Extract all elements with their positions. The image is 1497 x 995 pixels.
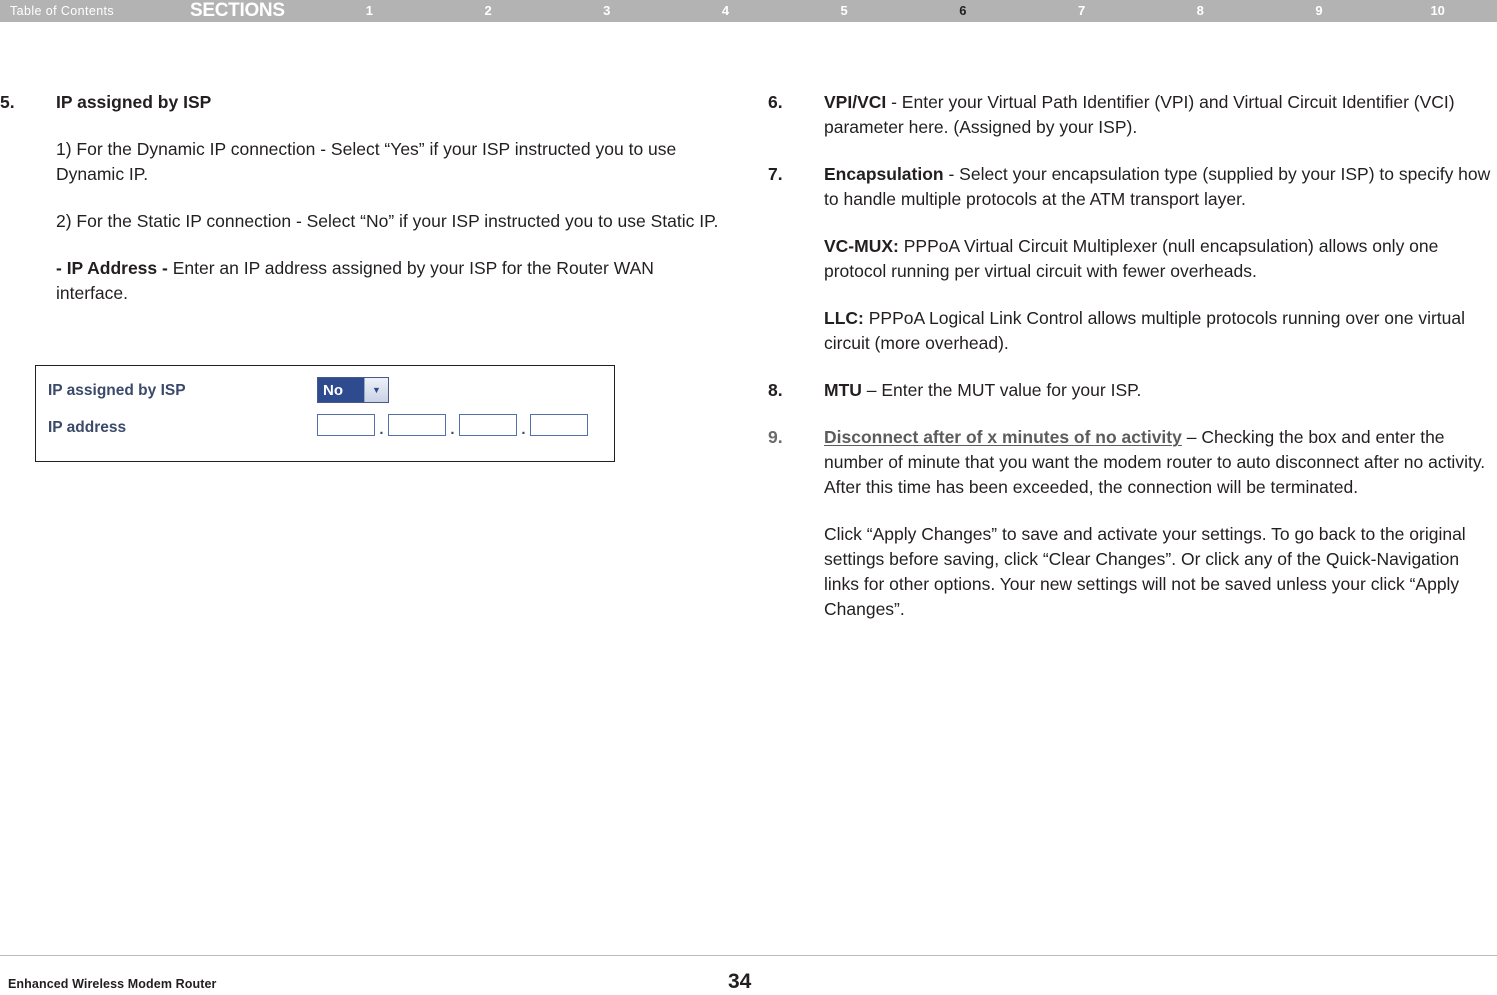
footer-divider xyxy=(0,955,1497,956)
ip-assigned-select[interactable]: No ▼ xyxy=(317,377,389,403)
ip-octet-2-input[interactable] xyxy=(388,414,446,436)
item-7-body: Encapsulation - Select your encapsulatio… xyxy=(824,162,1497,378)
ip-separator-3: . xyxy=(521,421,526,438)
page-number: 34 xyxy=(728,970,752,993)
item-8-body: MTU – Enter the MUT value for your ISP. xyxy=(824,378,1497,425)
item-number-7: 7. xyxy=(768,164,783,184)
llc-label: LLC: xyxy=(824,308,869,328)
item-7-para: Encapsulation - Select your encapsulatio… xyxy=(824,162,1497,212)
item-number-6: 6. xyxy=(768,92,783,112)
section-link-9[interactable]: 9 xyxy=(1260,0,1379,22)
figure-row-ip-assigned: IP assigned by ISP xyxy=(48,382,186,400)
chevron-down-icon[interactable]: ▼ xyxy=(364,378,388,402)
item-5-body-spacer xyxy=(0,137,56,328)
right-column: 6. VPI/VCI - Enter your Virtual Path Ide… xyxy=(768,90,1497,644)
vcmux-label: VC-MUX: xyxy=(824,236,904,256)
list-item-5: 5. IP assigned by ISP xyxy=(0,90,730,115)
item-5-para-1: 1) For the Dynamic IP connection - Selec… xyxy=(56,139,677,184)
item-5-body: 1) For the Dynamic IP connection - Selec… xyxy=(0,137,730,328)
figure-row-ip-address: IP address xyxy=(48,419,126,437)
section-link-8[interactable]: 8 xyxy=(1141,0,1260,22)
vpi-vci-label: VPI/VCI xyxy=(824,92,887,112)
mtu-desc: – Enter the MUT value for your ISP. xyxy=(861,380,1142,400)
ip-octet-4-input[interactable] xyxy=(530,414,588,436)
sections-label: SECTIONS xyxy=(190,0,285,21)
item-6-body: VPI/VCI - Enter your Virtual Path Identi… xyxy=(824,90,1497,162)
ip-octet-1-input[interactable] xyxy=(317,414,375,436)
section-link-2[interactable]: 2 xyxy=(429,0,548,22)
section-link-5[interactable]: 5 xyxy=(785,0,904,22)
top-navigation-bar: Table of Contents SECTIONS 1 2 3 4 5 6 7… xyxy=(0,0,1497,22)
llc-desc: PPPoA Logical Link Control allows multip… xyxy=(824,308,1466,353)
item-number-9: 9. xyxy=(768,427,783,447)
figure-label-ip-assigned-by-isp: IP assigned by ISP xyxy=(48,382,186,399)
item-number-5: 5. xyxy=(0,92,15,112)
list-item-7: 7. Encapsulation - Select your encapsula… xyxy=(768,162,1497,378)
item-9-para: Disconnect after of x minutes of no acti… xyxy=(824,425,1497,500)
left-column: 5. IP assigned by ISP 1) For the Dynamic… xyxy=(0,90,730,328)
vcmux-desc: PPPoA Virtual Circuit Multiplexer (null … xyxy=(824,236,1439,281)
ip-address-field-group: . . . xyxy=(317,414,588,438)
item-5-para-3: - IP Address - Enter an IP address assig… xyxy=(56,256,730,306)
disconnect-setting-label: Disconnect after of x minutes of no acti… xyxy=(824,427,1182,447)
item-5-heading: IP assigned by ISP xyxy=(56,92,212,112)
router-settings-screenshot: IP assigned by ISP No ▼ IP address . . . xyxy=(35,365,615,462)
ip-address-label: - IP Address - xyxy=(56,258,173,278)
item-5-paragraphs: 1) For the Dynamic IP connection - Selec… xyxy=(56,137,730,328)
item-9-body: Disconnect after of x minutes of no acti… xyxy=(824,425,1497,644)
item-7-llc-para: LLC: PPPoA Logical Link Control allows m… xyxy=(824,306,1497,356)
item-number-8: 8. xyxy=(768,380,783,400)
section-link-1[interactable]: 1 xyxy=(310,0,429,22)
encapsulation-label: Encapsulation xyxy=(824,164,944,184)
ip-separator-2: . xyxy=(450,421,455,438)
section-number-list: 1 2 3 4 5 6 7 8 9 10 xyxy=(310,0,1497,22)
vpi-vci-desc: - Enter your Virtual Path Identifier (VP… xyxy=(824,92,1455,137)
list-item-6: 6. VPI/VCI - Enter your Virtual Path Ide… xyxy=(768,90,1497,162)
section-link-3[interactable]: 3 xyxy=(547,0,666,22)
ip-assigned-select-value: No xyxy=(318,378,364,402)
section-link-7[interactable]: 7 xyxy=(1022,0,1141,22)
item-5-para-2: 2) For the Static IP connection - Select… xyxy=(56,211,719,231)
list-item-9: 9. Disconnect after of x minutes of no a… xyxy=(768,425,1497,644)
item-9-apply-changes-para: Click “Apply Changes” to save and activa… xyxy=(824,524,1466,619)
ip-octet-3-input[interactable] xyxy=(459,414,517,436)
section-link-4[interactable]: 4 xyxy=(666,0,785,22)
item-7-vcmux-para: VC-MUX: PPPoA Virtual Circuit Multiplexe… xyxy=(824,234,1497,284)
figure-label-ip-address: IP address xyxy=(48,419,127,436)
item-6-para: VPI/VCI - Enter your Virtual Path Identi… xyxy=(824,90,1497,140)
section-link-10[interactable]: 10 xyxy=(1378,0,1497,22)
item-8-para: MTU – Enter the MUT value for your ISP. xyxy=(824,378,1497,403)
footer-product-name: Enhanced Wireless Modem Router xyxy=(8,977,217,991)
ip-separator-1: . xyxy=(379,421,384,438)
table-of-contents-link[interactable]: Table of Contents xyxy=(0,4,165,18)
section-link-6[interactable]: 6 xyxy=(904,0,1023,22)
list-item-8: 8. MTU – Enter the MUT value for your IS… xyxy=(768,378,1497,425)
mtu-label: MTU xyxy=(824,380,862,400)
